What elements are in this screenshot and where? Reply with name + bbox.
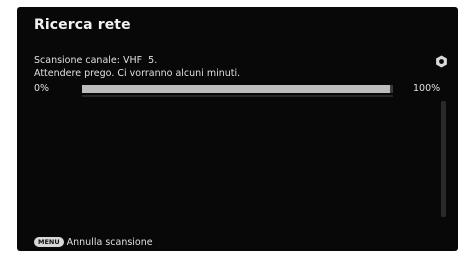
scan-progress-fill [82,85,390,93]
cancel-scan-label: Annulla scansione [66,236,153,248]
scan-channel-label: Scansione canale: [34,55,120,66]
menu-key-icon[interactable]: MENU [34,237,64,247]
wait-message: Attendere prego. Ci vorranno alcuni minu… [34,68,241,79]
scan-channel-line: Scansione canale: VHF 5. [34,55,157,66]
tv-screen: Ricerca rete Scansione canale: VHF 5. At… [17,7,458,251]
footer-hint: MENU Annulla scansione [34,235,153,249]
progress-bar-underline [82,95,393,97]
scrollbar[interactable] [441,101,446,217]
progress-end-label: 100% [413,83,441,94]
progress-start-label: 0% [34,83,50,94]
scan-channel-value: VHF 5. [123,55,158,66]
scan-hexagon-icon [436,55,447,68]
page-title: Ricerca rete [34,17,131,33]
scan-progress-bar [82,85,393,93]
